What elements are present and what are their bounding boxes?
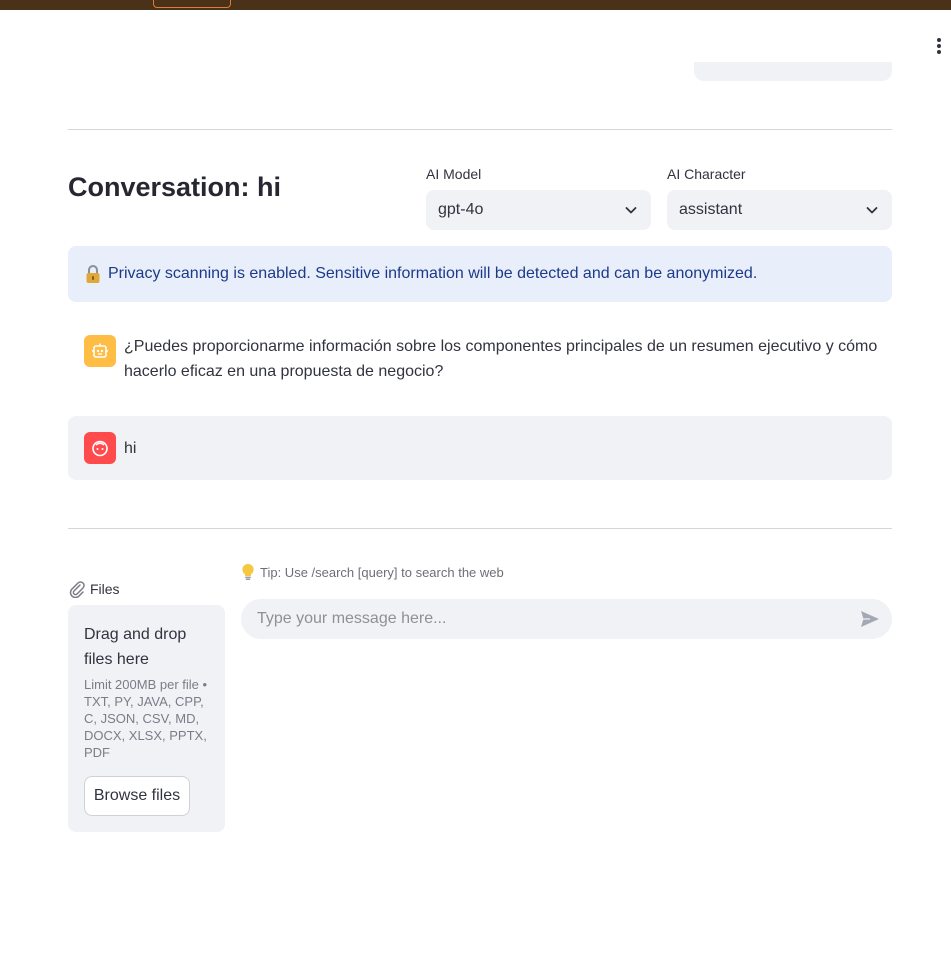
message-text: ¿Puedes proporcionarme información sobre… (124, 338, 878, 380)
files-label-text: Files (90, 581, 120, 597)
chat-input-bar (241, 599, 892, 639)
lightbulb-icon (242, 563, 254, 580)
privacy-info-banner: Privacy scanning is enabled. Sensitive i… (68, 246, 892, 302)
ai-character-value: assistant (679, 201, 743, 218)
header-button[interactable] (153, 0, 231, 8)
paperclip-icon (69, 581, 85, 598)
search-tip: Tip: Use /search [query] to search the w… (241, 563, 504, 581)
main-menu-icon[interactable] (936, 38, 942, 54)
divider (68, 129, 892, 130)
top-header-bar (0, 0, 951, 10)
dropzone-limit-text: Limit 200MB per file • TXT, PY, JAVA, CP… (84, 677, 208, 760)
ai-model-label: AI Model (426, 166, 482, 182)
dropzone-instructions: Drag and drop files here (84, 626, 187, 668)
send-icon[interactable] (860, 610, 880, 628)
chat-message-input[interactable] (257, 599, 837, 639)
ai-character-select[interactable]: assistant (667, 190, 892, 230)
message-text: hi (124, 440, 137, 457)
previous-message-fragment (694, 62, 892, 81)
tip-text: Tip: Use /search [query] to search the w… (260, 564, 504, 580)
lock-icon (86, 265, 100, 283)
browse-files-button[interactable]: Browse files (84, 776, 190, 816)
privacy-banner-text: Privacy scanning is enabled. Sensitive i… (108, 265, 758, 282)
file-dropzone[interactable]: Drag and drop files here Limit 200MB per… (68, 605, 225, 832)
chat-message-user: hi (68, 416, 892, 480)
chat-message-assistant: ¿Puedes proporcionarme información sobre… (68, 320, 892, 396)
user-face-icon (84, 432, 116, 464)
chevron-down-icon (625, 207, 637, 214)
ai-model-value: gpt-4o (438, 201, 484, 218)
ai-character-label: AI Character (667, 166, 746, 182)
chevron-down-icon (866, 207, 878, 214)
files-label: Files (68, 580, 120, 598)
robot-icon (84, 335, 116, 367)
conversation-title: Conversation: hi (68, 172, 282, 202)
ai-model-select[interactable]: gpt-4o (426, 190, 651, 230)
divider (68, 528, 892, 529)
